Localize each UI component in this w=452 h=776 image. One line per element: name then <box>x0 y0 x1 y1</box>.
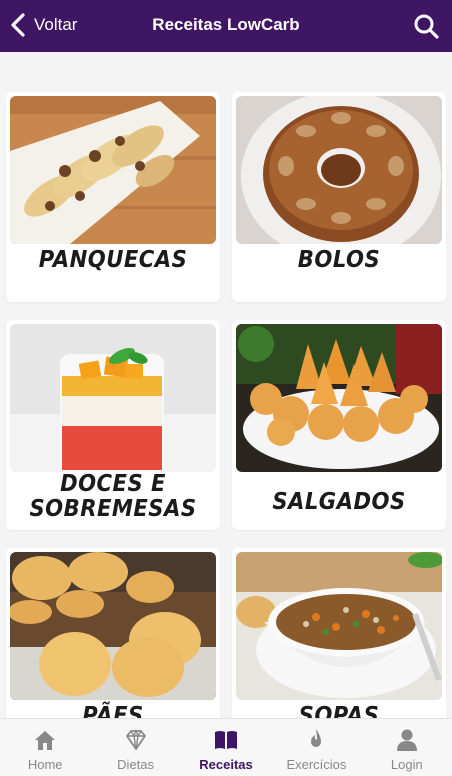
nav-label: Dietas <box>117 757 155 772</box>
nav-item-login[interactable]: Login <box>362 719 452 776</box>
home-icon <box>35 731 56 750</box>
sopas-image <box>236 552 442 700</box>
category-card-salgados[interactable]: SALGADOS <box>232 320 446 530</box>
category-card-bolos[interactable]: BOLOS <box>232 92 446 302</box>
diamond-icon <box>125 729 146 750</box>
category-label: BOLOS <box>297 247 381 273</box>
bolos-image <box>236 96 442 244</box>
salgados-image <box>236 324 442 472</box>
nav-item-home[interactable]: Home <box>0 719 90 776</box>
nav-item-dietas[interactable]: Dietas <box>90 719 180 776</box>
category-card-sopas[interactable]: SOPAS <box>232 548 446 718</box>
category-label-line1: DOCES E <box>60 471 166 497</box>
category-label: PANQUECAS <box>38 247 188 273</box>
doces-image <box>10 324 216 472</box>
category-label: SALGADOS <box>272 489 406 515</box>
nav-item-receitas[interactable]: Receitas <box>181 719 271 776</box>
category-label: SOPAS <box>298 703 380 718</box>
flame-icon <box>311 729 322 747</box>
category-label: DOCES E SOBREMESAS <box>15 472 212 522</box>
user-icon <box>396 729 417 751</box>
nav-label: Exercícios <box>286 757 347 772</box>
category-card-paes[interactable]: PÃES <box>6 548 220 718</box>
app-header: Voltar Receitas LowCarb <box>0 0 452 52</box>
category-label: PÃES <box>82 703 144 718</box>
recipe-category-grid: PANQUECAS BOLOS DOCES E SOBREMESAS SALGA… <box>0 52 452 718</box>
nav-label: Receitas <box>199 757 253 772</box>
nav-label: Login <box>390 757 423 772</box>
category-card-panquecas[interactable]: PANQUECAS <box>6 92 220 302</box>
back-button[interactable]: Voltar <box>8 12 77 38</box>
paes-image <box>10 552 216 700</box>
panquecas-image <box>10 96 216 244</box>
book-icon <box>215 731 238 749</box>
chevron-left-icon <box>11 13 25 37</box>
search-icon[interactable] <box>412 12 440 40</box>
nav-label: Home <box>27 757 63 772</box>
category-card-doces-e-sobremesas[interactable]: DOCES E SOBREMESAS <box>6 320 220 530</box>
bottom-navigation: Home Dietas Receitas Exercícios Login <box>0 718 452 776</box>
back-label: Voltar <box>34 15 78 34</box>
nav-item-exercicios[interactable]: Exercícios <box>271 719 361 776</box>
category-label-line2: SOBREMESAS <box>29 496 197 522</box>
